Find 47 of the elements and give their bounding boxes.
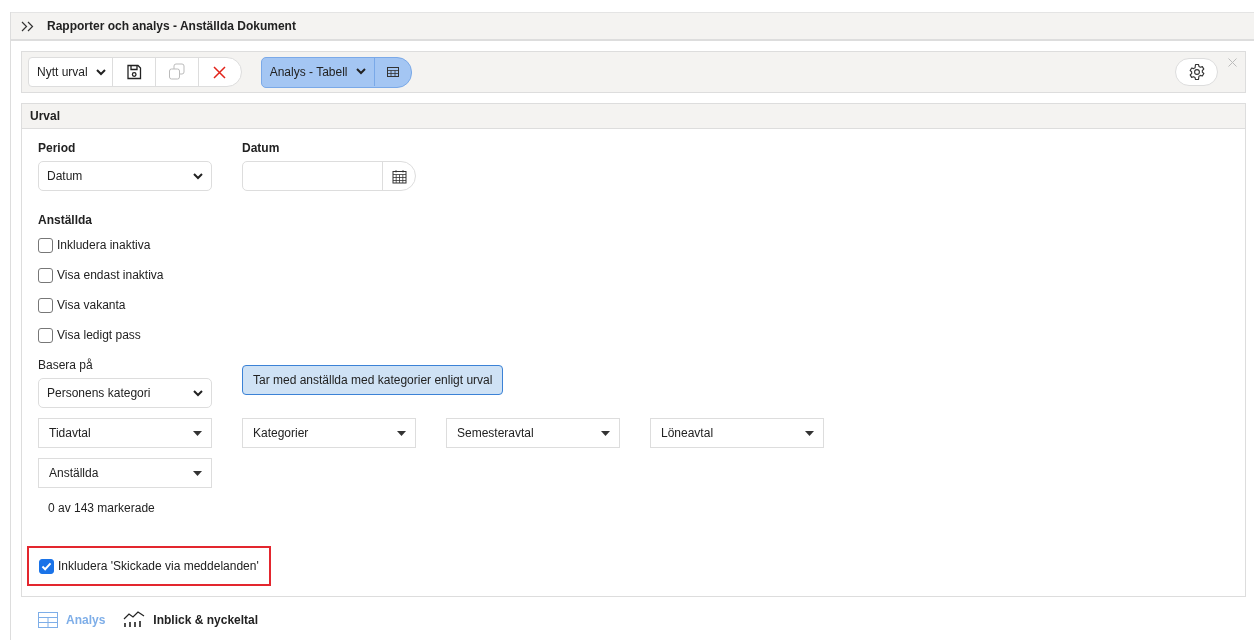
checkbox-label: Inkludera 'Skickade via meddelanden' [58, 559, 259, 573]
panel-title: Urval [30, 109, 61, 123]
checkbox[interactable] [38, 237, 53, 253]
caret-down-icon [397, 430, 406, 436]
caret-down-icon [805, 430, 814, 436]
view-dropdown[interactable]: Analys - Tabell [261, 57, 374, 86]
settings-button[interactable] [1175, 58, 1218, 86]
filter-dropdown[interactable]: Anställda [38, 458, 212, 488]
checkbox[interactable] [39, 558, 54, 574]
table-icon [38, 611, 58, 628]
checkbox-label: Visa ledigt pass [57, 328, 141, 342]
checkbox[interactable] [38, 267, 53, 283]
field-label: Basera på [38, 358, 94, 374]
save-icon [125, 64, 142, 80]
page-title: Rapporter och analys - Anställda Dokument [47, 19, 296, 33]
chevron-down-icon [193, 389, 203, 397]
chart-icon [123, 611, 146, 628]
chevron-down-icon [355, 68, 366, 75]
base-dropdown[interactable]: Personens kategori [38, 378, 212, 408]
checkbox-label: Inkludera inaktiva [57, 238, 151, 252]
checkbox-label: Visa endast inaktiva [57, 268, 164, 282]
period-dropdown[interactable]: Datum [38, 161, 212, 191]
checkbox[interactable] [38, 297, 53, 313]
info-button[interactable]: Tar med anställda med kategorier enligt urval [242, 365, 504, 395]
field-label: Datum [242, 141, 281, 157]
caret-down-icon [193, 430, 202, 436]
selected-count: 0 av 143 markerade [48, 501, 156, 515]
filter-dropdown[interactable]: Tidavtal [38, 418, 212, 448]
expand-icon[interactable] [21, 20, 35, 32]
filter-dropdown[interactable]: Kategorier [242, 418, 416, 448]
settings-icon [1187, 63, 1206, 81]
filter-dropdown[interactable]: Semesteravtal [446, 418, 620, 448]
filter-dropdown[interactable]: Löneavtal [650, 418, 824, 448]
section-label: Anställda [38, 213, 93, 229]
caret-down-icon [193, 470, 202, 476]
caret-down-icon [601, 430, 610, 436]
calendar-icon[interactable] [391, 168, 407, 184]
view-tab[interactable]: Inblick & nyckeltal [123, 611, 259, 628]
close-icon [213, 65, 227, 79]
copy-icon [167, 63, 186, 81]
field-label: Period [38, 141, 77, 157]
chevron-down-icon [95, 68, 106, 76]
table-icon [386, 66, 399, 77]
checkbox[interactable] [38, 327, 53, 343]
selection-dropdown[interactable]: Nytt urval [29, 58, 112, 86]
chevron-down-icon [193, 172, 203, 180]
checkbox-label: Visa vakanta [57, 298, 126, 312]
